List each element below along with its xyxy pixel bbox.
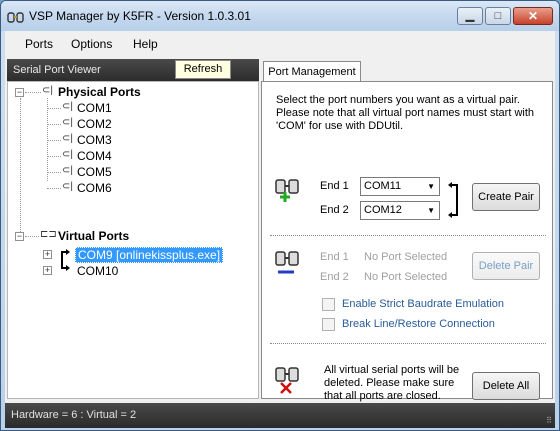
tree-com-port[interactable]: COM4 <box>77 149 112 163</box>
com-port-icon: ⊂| <box>62 117 73 128</box>
add-pair-icon <box>275 179 299 202</box>
tree-virtual-port-selected[interactable]: COM9 [onlinekissplus.exe] <box>75 247 224 263</box>
tree-line <box>47 172 61 173</box>
tree-com-port[interactable]: COM2 <box>77 117 112 131</box>
menu-bar: Ports Options Help <box>5 31 555 57</box>
delete-pair-button[interactable]: Delete Pair <box>472 252 540 280</box>
strict-baudrate-checkbox[interactable] <box>322 298 335 311</box>
close-icon: ✕ <box>527 9 539 23</box>
app-window: VSP Manager by K5FR - Version 1.0.3.01 ▁… <box>0 0 560 431</box>
tree-line <box>20 98 21 232</box>
port-tree: − ⊂| Physical Ports ⊂| COM1 ⊂| COM2 ⊂| C… <box>7 81 259 399</box>
com-port-icon: ⊂| <box>62 101 73 112</box>
window-title: VSP Manager by K5FR - Version 1.0.3.01 <box>29 9 251 23</box>
tree-physical-ports[interactable]: Physical Ports <box>58 85 141 99</box>
maximize-button[interactable]: □ <box>485 7 511 25</box>
end1-label: End 1 <box>320 180 349 192</box>
expand-virtual-port-icon[interactable]: + <box>43 250 52 259</box>
chevron-down-icon: ▼ <box>427 182 435 191</box>
section-divider <box>270 343 546 344</box>
virtual-port-group-icon: ⊏⊐ <box>40 229 57 240</box>
collapse-physical-icon[interactable]: − <box>15 88 24 97</box>
com-port-icon: ⊂| <box>62 181 73 192</box>
resize-grip-icon[interactable]: ⠿ <box>546 416 552 425</box>
tree-com-port[interactable]: COM1 <box>77 101 112 115</box>
menu-help[interactable]: Help <box>133 37 158 51</box>
menu-options[interactable]: Options <box>71 37 112 51</box>
port-group-icon: ⊂| <box>42 85 53 96</box>
delete-end2-label: End 2 <box>320 271 349 283</box>
status-bar: Hardware = 6 : Virtual = 2 ⠿ <box>5 403 555 428</box>
close-button[interactable]: ✕ <box>513 7 553 25</box>
port-management-panel: Select the port numbers you want as a vi… <box>261 81 553 402</box>
delete-end1-value: No Port Selected <box>364 251 448 263</box>
break-line-checkbox[interactable] <box>322 318 335 331</box>
tree-line <box>25 92 41 93</box>
maximize-icon: □ <box>494 10 502 22</box>
end1-value: COM11 <box>364 180 402 192</box>
com-port-icon: ⊂| <box>62 165 73 176</box>
tree-com-port[interactable]: COM6 <box>77 181 112 195</box>
menu-ports[interactable]: Ports <box>25 37 53 51</box>
tree-line <box>47 156 61 157</box>
remove-pair-icon <box>275 251 299 274</box>
serial-port-viewer-label: Serial Port Viewer <box>13 64 101 76</box>
selected-port-label: COM9 [onlinekissplus.exe] <box>75 247 224 263</box>
status-text: Hardware = 6 : Virtual = 2 <box>11 409 137 421</box>
create-pair-button[interactable]: Create Pair <box>472 183 540 211</box>
instructions-text: Select the port numbers you want as a vi… <box>276 94 535 132</box>
delete-end1-label: End 1 <box>320 251 349 263</box>
minimize-icon: ▁ <box>465 10 475 22</box>
app-icon <box>7 12 24 23</box>
pair-bracket-icon <box>448 182 458 218</box>
delete-end2-value: No Port Selected <box>364 271 448 283</box>
expand-virtual-port-icon[interactable]: + <box>43 266 52 275</box>
tab-port-management[interactable]: Port Management <box>263 61 361 83</box>
end2-value: COM12 <box>364 204 402 216</box>
strict-baudrate-label[interactable]: Enable Strict Baudrate Emulation <box>342 298 504 310</box>
tree-com-port[interactable]: COM3 <box>77 133 112 147</box>
break-line-label[interactable]: Break Line/Restore Connection <box>342 318 495 330</box>
tree-line <box>47 140 61 141</box>
refresh-button[interactable]: Refresh <box>175 60 231 79</box>
tree-com-port[interactable]: COM5 <box>77 165 112 179</box>
tree-line <box>47 124 61 125</box>
delete-all-icon <box>275 367 299 394</box>
tree-virtual-ports[interactable]: Virtual Ports <box>58 229 129 243</box>
end2-select[interactable]: COM12 ▼ <box>360 201 440 220</box>
chevron-down-icon: ▼ <box>427 206 435 215</box>
title-bar[interactable]: VSP Manager by K5FR - Version 1.0.3.01 ▁… <box>1 1 559 31</box>
com-port-icon: ⊂| <box>62 133 73 144</box>
tree-line <box>25 236 39 237</box>
serial-port-viewer-header: Serial Port Viewer Refresh <box>7 59 259 81</box>
minimize-button[interactable]: ▁ <box>457 7 483 25</box>
delete-all-warning: All virtual serial ports will be deleted… <box>324 364 460 402</box>
collapse-virtual-icon[interactable]: − <box>15 232 24 241</box>
delete-all-button[interactable]: Delete All <box>472 372 540 400</box>
section-divider <box>270 235 546 236</box>
client-area: Ports Options Help Serial Port Viewer Re… <box>5 31 555 428</box>
tree-virtual-port[interactable]: COM10 <box>77 264 118 278</box>
com-port-icon: ⊂| <box>62 149 73 160</box>
end2-label: End 2 <box>320 204 349 216</box>
tree-line <box>47 108 61 109</box>
pair-link-icon <box>61 249 70 271</box>
end1-select[interactable]: COM11 ▼ <box>360 177 440 196</box>
tree-line <box>47 188 61 189</box>
